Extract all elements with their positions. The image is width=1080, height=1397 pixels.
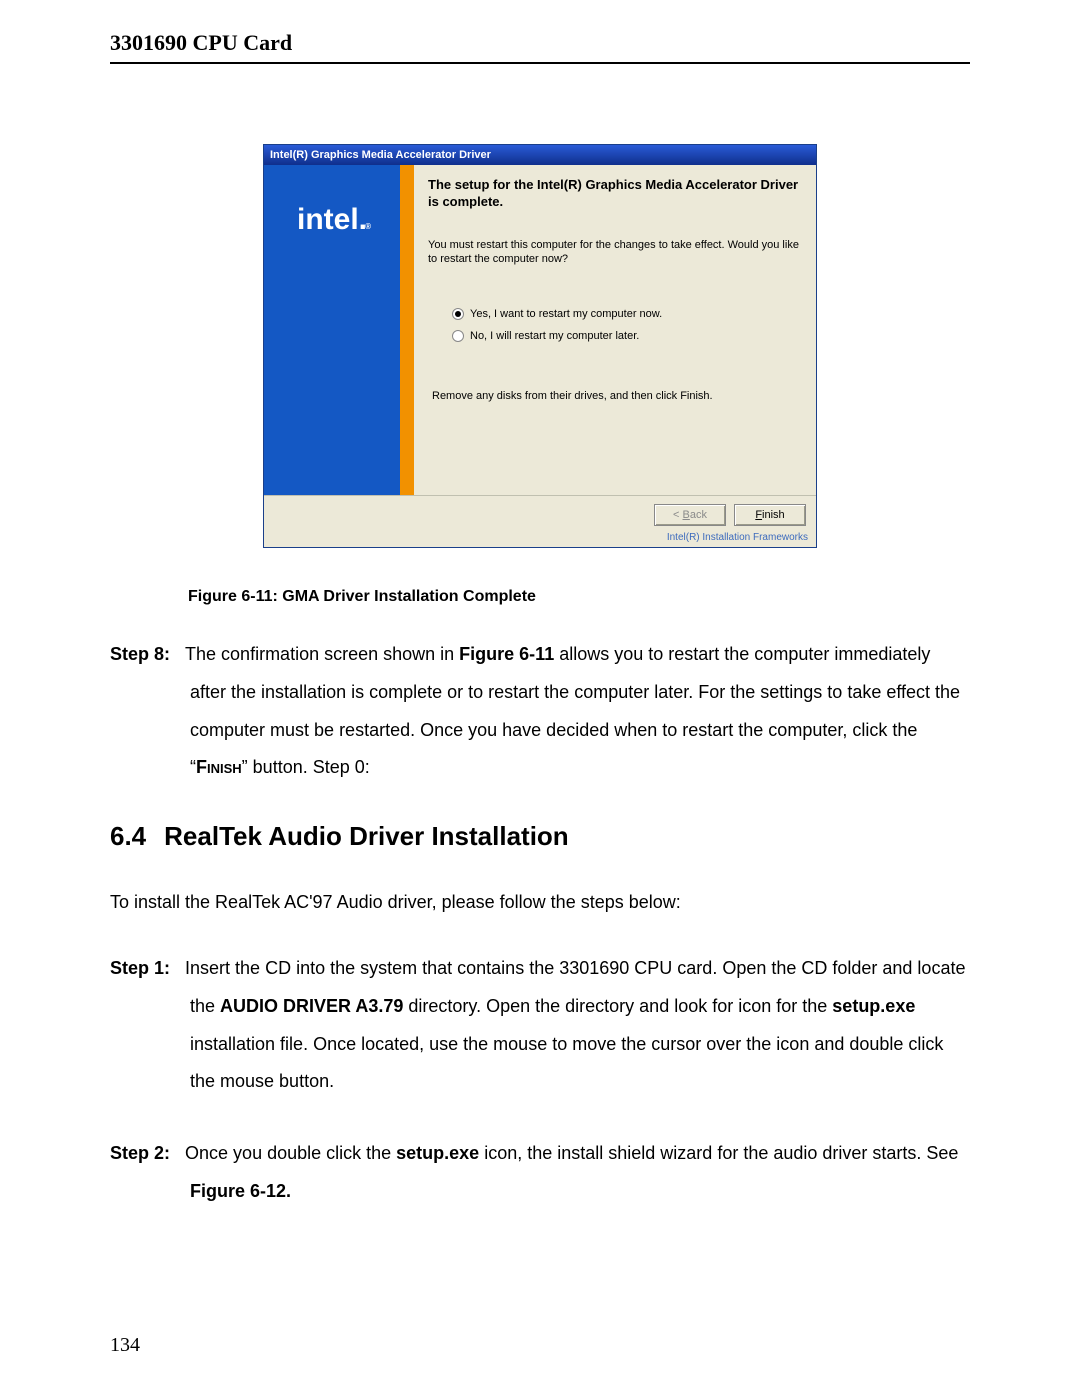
restart-later-radio[interactable]: No, I will restart my computer later. (452, 330, 800, 342)
step-1-body: Insert the CD into the system that conta… (185, 958, 965, 1091)
step-2-body: Once you double click the setup.exe icon… (185, 1143, 958, 1201)
intel-logo-text: intel (297, 203, 359, 236)
section-heading: 6.4 RealTek Audio Driver Installation (110, 821, 970, 852)
step-1: Step 1: Insert the CD into the system th… (110, 950, 970, 1101)
document-page: 3301690 CPU Card Intel(R) Graphics Media… (0, 0, 1080, 1397)
back-underline: B (683, 509, 690, 521)
installer-note: Remove any disks from their drives, and … (432, 390, 800, 402)
section-title: RealTek Audio Driver Installation (164, 821, 569, 851)
radio-unchecked-icon (452, 330, 464, 342)
finish-button[interactable]: Finish (734, 504, 806, 526)
installer-button-bar: < Back Finish Intel(R) Installation Fram… (264, 495, 816, 547)
framework-label: Intel(R) Installation Frameworks (667, 532, 808, 543)
back-button: < Back (654, 504, 726, 526)
restart-now-label: Yes, I want to restart my computer now. (470, 308, 662, 320)
step-8-label: Step 8: (110, 644, 170, 664)
step-8: Step 8: The confirmation screen shown in… (110, 636, 970, 787)
section-number: 6.4 (110, 821, 146, 851)
radio-checked-icon (452, 308, 464, 320)
window-titlebar: Intel(R) Graphics Media Accelerator Driv… (264, 145, 816, 165)
finish-suffix: inish (762, 509, 785, 521)
intel-logo-icon: intel.® (297, 203, 367, 237)
step-2-label: Step 2: (110, 1143, 170, 1163)
section-intro: To install the RealTek AC'97 Audio drive… (110, 884, 970, 922)
sidebar-accent-stripe (400, 165, 414, 495)
step-8-body: The confirmation screen shown in Figure … (185, 644, 960, 777)
page-header: 3301690 CPU Card (110, 24, 970, 64)
installer-content: The setup for the Intel(R) Graphics Medi… (414, 165, 816, 495)
figure-caption: Figure 6-11: GMA Driver Installation Com… (188, 588, 970, 606)
step-1-label: Step 1: (110, 958, 170, 978)
step-2: Step 2: Once you double click the setup.… (110, 1135, 970, 1211)
installer-figure: Intel(R) Graphics Media Accelerator Driv… (263, 144, 817, 548)
installer-heading: The setup for the Intel(R) Graphics Medi… (428, 177, 800, 211)
sidebar-branding: intel.® (264, 165, 400, 495)
installer-body-text: You must restart this computer for the c… (428, 239, 800, 267)
back-suffix: ack (690, 509, 707, 521)
back-prefix: < (673, 509, 682, 521)
page-number: 134 (110, 1334, 140, 1357)
installer-body: intel.® The setup for the Intel(R) Graph… (264, 165, 816, 495)
installer-window: Intel(R) Graphics Media Accelerator Driv… (263, 144, 817, 548)
restart-later-label: No, I will restart my computer later. (470, 330, 639, 342)
restart-now-radio[interactable]: Yes, I want to restart my computer now. (452, 308, 800, 320)
